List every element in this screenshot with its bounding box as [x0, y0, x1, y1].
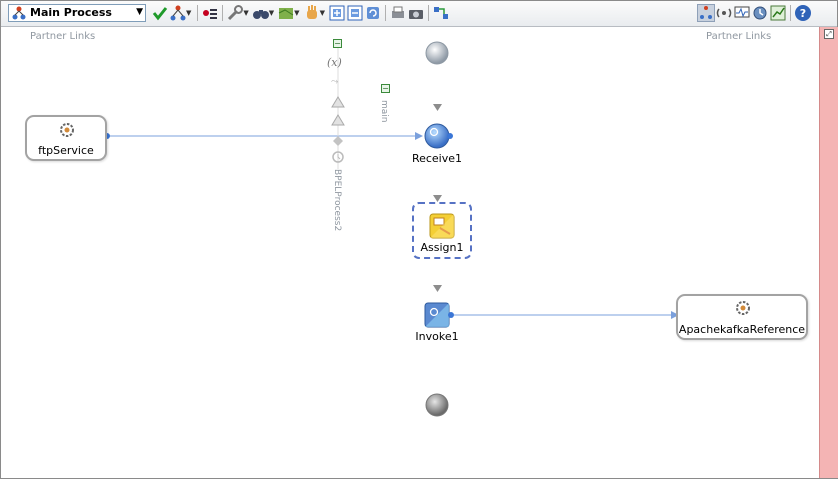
- start-node-icon: [425, 41, 449, 65]
- link-arrow: [415, 132, 423, 140]
- ftp-service-label: ftpService: [38, 144, 94, 157]
- flow-arrow-down-icon: [433, 195, 442, 202]
- main-scope-label: main: [379, 100, 389, 123]
- link-diamond-icon: [333, 131, 343, 150]
- flow-arrow-down-icon: [433, 104, 442, 111]
- variables-icon[interactable]: (x): [327, 56, 342, 69]
- assign-activity[interactable]: Assign1: [412, 202, 472, 259]
- partner-links-swimlane-right: ⤢: [819, 27, 838, 478]
- event-handler-icon[interactable]: [331, 149, 345, 168]
- warning-icon[interactable]: [331, 93, 345, 112]
- receive-activity-icon: [424, 123, 450, 149]
- receive-port-icon: [447, 133, 453, 139]
- flow-arrow-down-icon: [433, 285, 442, 292]
- main-scope-collapse-icon[interactable]: −: [381, 84, 390, 93]
- expand-corner-icon[interactable]: ⤢: [824, 29, 834, 39]
- invoke-activity-label[interactable]: Invoke1: [397, 330, 477, 343]
- assign-activity-label: Assign1: [420, 241, 464, 254]
- service-gear-icon: [58, 121, 76, 143]
- end-node-icon: [425, 393, 449, 417]
- service-gear-icon: [734, 299, 752, 321]
- ftp-service-node[interactable]: ftpService: [25, 115, 107, 161]
- receive-activity-label[interactable]: Receive1: [397, 152, 477, 165]
- bpel-editor-window: Main Process ▼ ▼ ▼ ▼ ▼ ▼ ? ⤢ Partner Lin…: [0, 0, 838, 479]
- alert-icon[interactable]: [331, 111, 345, 130]
- kafka-reference-node[interactable]: ApachekafkaReference: [676, 294, 808, 340]
- kafka-reference-label: ApachekafkaReference: [678, 323, 806, 336]
- assign-activity-icon: [429, 213, 455, 243]
- flow-diagram: [104, 41, 679, 417]
- correlation-icon[interactable]: ⤳: [331, 77, 338, 87]
- invoke-port-icon: [448, 312, 454, 318]
- scope-collapse-icon[interactable]: −: [333, 39, 342, 48]
- process-name-label: BPELProcess2: [332, 169, 342, 232]
